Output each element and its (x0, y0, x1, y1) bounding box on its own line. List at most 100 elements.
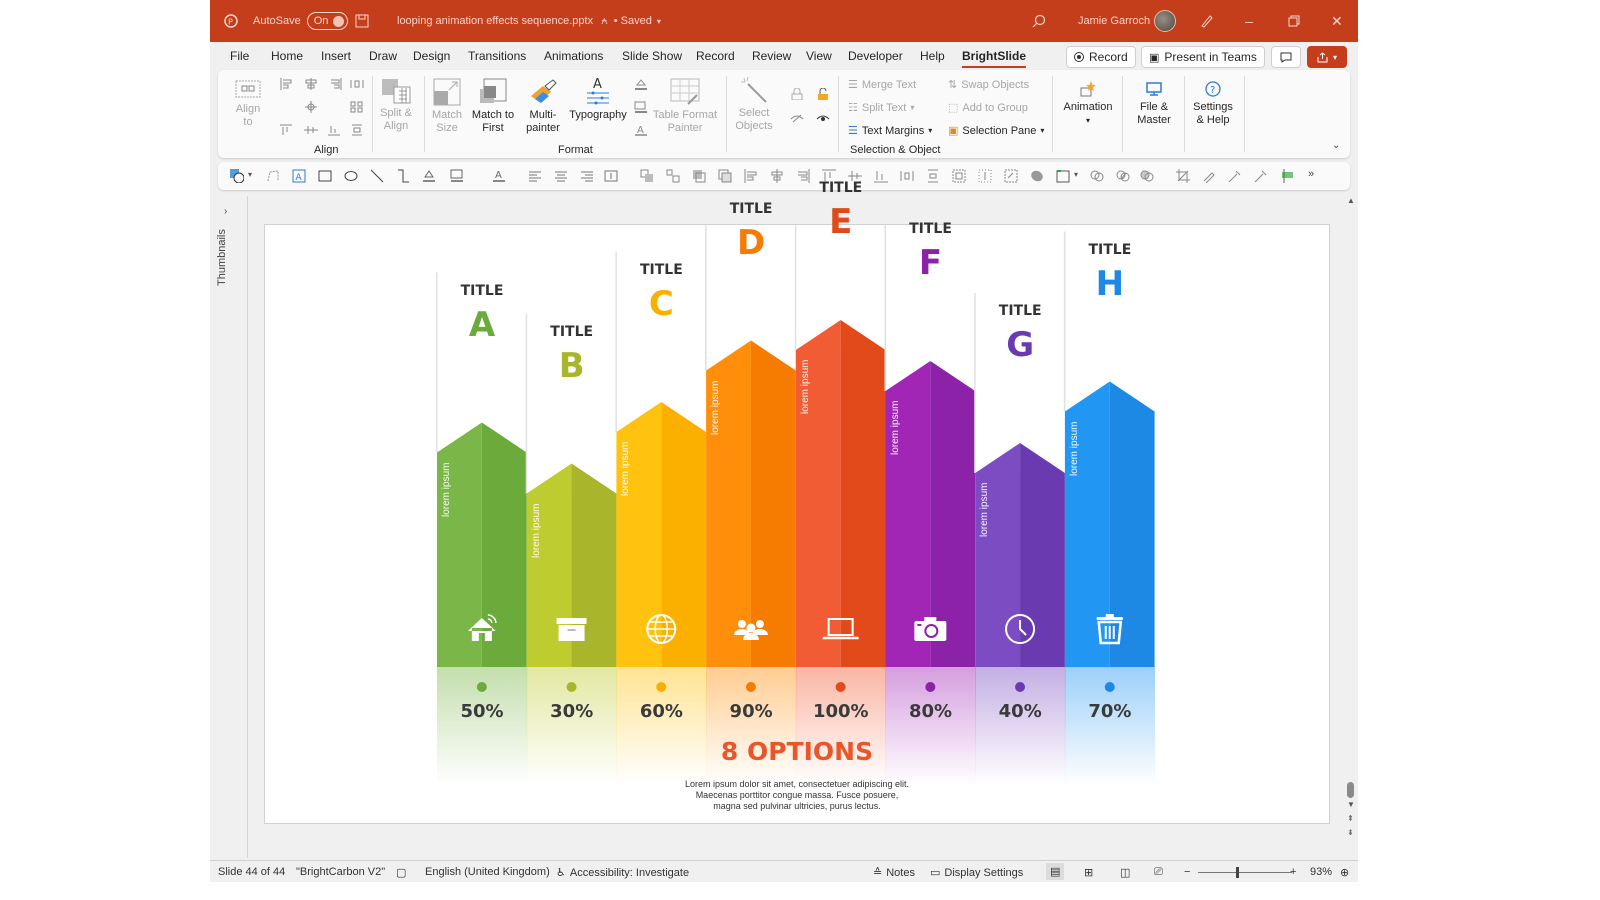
reading-view-icon[interactable]: ◫ (1120, 866, 1130, 879)
shape-merge-icon[interactable] (1030, 169, 1044, 183)
share-button[interactable]: ▾ (1307, 46, 1347, 68)
align-text-right-icon[interactable] (580, 169, 594, 183)
animation-button[interactable]: Animation ▾ (1060, 80, 1116, 127)
swap-objects-button[interactable]: ⇅ Swap Objects (948, 78, 1029, 92)
tab-file[interactable]: File (230, 49, 249, 63)
shape-fill-icon[interactable] (422, 169, 436, 183)
show-eye-icon[interactable] (816, 112, 830, 124)
save-status[interactable]: • Saved (614, 15, 652, 27)
match-to-first-button[interactable]: Match to First (468, 78, 518, 135)
slide-canvas[interactable]: TITLE Alorem ipsum 50% TITLE Blorem ipsum 30%… (264, 180, 1330, 824)
tab-home[interactable]: Home (271, 49, 303, 63)
tab-slide-show[interactable]: Slide Show (622, 49, 682, 63)
save-icon[interactable] (355, 0, 369, 42)
typography-button[interactable]: A Typography (568, 76, 628, 122)
unlock-icon[interactable] (816, 88, 830, 100)
text-margins-button[interactable]: ☰ Text Margins ▾ (848, 124, 932, 138)
regroup-icon[interactable] (1004, 169, 1018, 183)
zoom-slider[interactable] (1198, 872, 1292, 873)
distribute-horizontal-icon[interactable] (350, 78, 364, 90)
collapse-ribbon-icon[interactable]: ⌄ (1332, 140, 1340, 151)
grid-align-icon[interactable] (350, 101, 364, 113)
fill-color-icon[interactable] (634, 78, 648, 90)
tab-record[interactable]: Record (696, 49, 735, 63)
zoom-slider-thumb[interactable] (1236, 867, 1239, 878)
align-middle-icon[interactable] (304, 124, 318, 136)
tab-draw[interactable]: Draw (369, 49, 397, 63)
designer-pen-icon[interactable] (1200, 0, 1214, 42)
selection-pane-button[interactable]: ▣ Selection Pane ▾ (948, 124, 1044, 138)
elbow-connector-icon[interactable] (396, 169, 410, 183)
tab-review[interactable]: Review (752, 49, 791, 63)
merge-text-button[interactable]: ☰ Merge Text (848, 78, 916, 92)
close-icon[interactable]: ✕ (1331, 0, 1343, 42)
tab-view[interactable]: View (806, 49, 832, 63)
rectangle-icon[interactable] (318, 169, 332, 183)
union-icon[interactable] (1090, 169, 1104, 183)
guides-icon[interactable] (1280, 169, 1294, 183)
comments-button[interactable] (1271, 46, 1301, 68)
normal-view-icon[interactable]: ▤ (1046, 863, 1065, 880)
align-center-point-icon[interactable] (304, 101, 318, 113)
distribute-vertical-icon[interactable] (926, 169, 940, 183)
align-top-icon[interactable] (280, 124, 294, 136)
outline-color-icon[interactable] (634, 101, 648, 113)
font-color-icon[interactable]: A (492, 169, 506, 183)
tab-design[interactable]: Design (413, 49, 450, 63)
tab-developer[interactable]: Developer (848, 49, 903, 63)
line-icon[interactable] (370, 169, 384, 183)
combine-icon[interactable] (1116, 169, 1130, 183)
line-color-picker-icon[interactable] (1254, 169, 1268, 183)
avatar[interactable] (1154, 10, 1176, 32)
minimize-icon[interactable]: – (1245, 0, 1253, 42)
record-button[interactable]: Record (1066, 46, 1136, 68)
shape-outline-icon[interactable] (450, 169, 464, 183)
text-direction-icon[interactable] (604, 169, 618, 183)
group-icon[interactable] (666, 169, 680, 183)
align-left-icon[interactable] (280, 78, 294, 90)
oval-icon[interactable] (344, 169, 358, 183)
spellcheck-icon[interactable]: ▢ (396, 866, 406, 879)
group-objects-icon[interactable] (952, 169, 966, 183)
add-to-group-button[interactable]: ⬚ Add to Group (948, 101, 1028, 115)
text-box-icon[interactable]: A (292, 169, 306, 183)
align-to-button[interactable]: Align to (232, 78, 264, 129)
multipainter-button[interactable]: Multi-painter (520, 78, 566, 135)
align-text-center-icon[interactable] (554, 169, 568, 183)
file-name[interactable]: looping animation effects sequence.pptx (397, 15, 593, 27)
split-text-button[interactable]: ☷ Split Text ▾ (848, 101, 914, 115)
font-color-icon[interactable]: A (634, 124, 648, 136)
distribute-horizontal-icon[interactable] (900, 169, 914, 183)
thumbnails-label[interactable]: Thumbnails (216, 229, 228, 286)
settings-help-button[interactable]: ? Settings & Help (1188, 80, 1238, 127)
table-format-painter-button[interactable]: Table Format Painter (652, 78, 718, 135)
next-slide-icon[interactable]: ⇟ (1347, 828, 1354, 837)
select-objects-button[interactable]: Select Objects (734, 76, 774, 133)
zoom-level[interactable]: 93% (1310, 866, 1332, 878)
shapes-icon[interactable] (230, 169, 244, 183)
scroll-up-icon[interactable]: ▲ (1347, 196, 1355, 205)
restore-icon[interactable] (1288, 0, 1300, 42)
align-center-icon[interactable] (770, 169, 784, 183)
language[interactable]: English (United Kingdom) (425, 866, 550, 878)
edit-points-icon[interactable] (266, 169, 280, 183)
align-left-icon[interactable] (744, 169, 758, 183)
bring-to-front-icon[interactable] (692, 169, 706, 183)
scroll-down-icon[interactable]: ▼ (1347, 800, 1355, 809)
align-center-icon[interactable] (304, 78, 318, 90)
user-name[interactable]: Jamie Garroch (1078, 0, 1150, 42)
zoom-in-icon[interactable]: + (1290, 866, 1296, 878)
accessibility-button[interactable]: ♿ Accessibility: Investigate (556, 866, 689, 880)
crop-icon[interactable] (1176, 169, 1190, 183)
tab-transitions[interactable]: Transitions (468, 49, 526, 63)
present-in-teams-button[interactable]: ▣ Present in Teams (1141, 46, 1265, 68)
bring-forward-icon[interactable] (640, 169, 654, 183)
scroll-thumb[interactable] (1347, 782, 1354, 798)
match-size-button[interactable]: Match Size (430, 78, 464, 135)
vertical-scrollbar[interactable]: ▲ ▼ ⇞ ⇟ (1344, 196, 1358, 846)
autosave-toggle[interactable]: On (306, 12, 349, 30)
previous-slide-icon[interactable]: ⇞ (1347, 814, 1354, 823)
fragment-icon[interactable] (1140, 169, 1154, 183)
send-to-back-icon[interactable] (718, 169, 732, 183)
tab-brightslide[interactable]: BrightSlide (962, 49, 1027, 68)
